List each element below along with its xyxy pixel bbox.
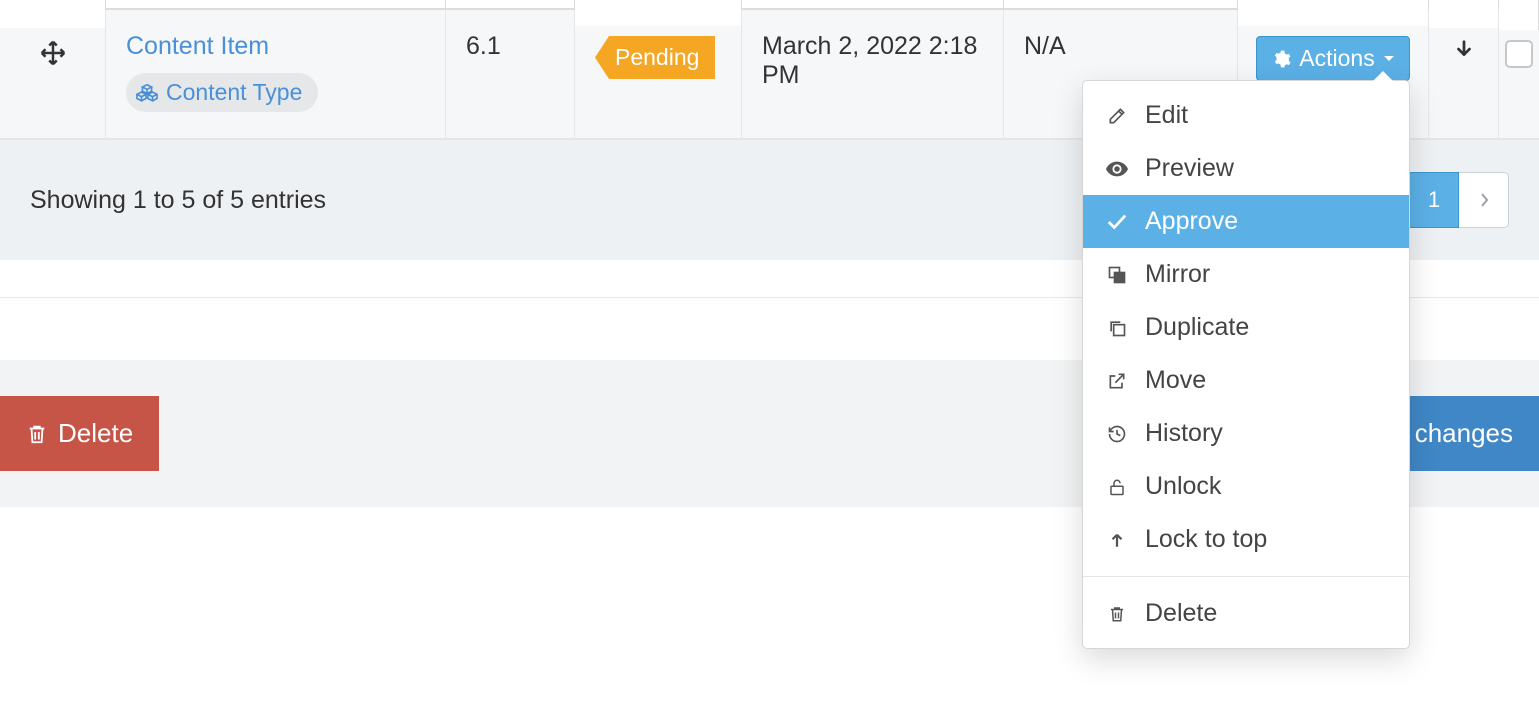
history-icon: [1105, 424, 1129, 444]
row-select-checkbox[interactable]: [1499, 10, 1539, 138]
menu-history[interactable]: History: [1083, 407, 1409, 460]
mirror-icon: [1105, 265, 1129, 285]
menu-move[interactable]: Move: [1083, 354, 1409, 407]
trash-icon: [26, 421, 48, 447]
pager-next[interactable]: [1459, 172, 1509, 228]
entries-info: Showing 1 to 5 of 5 entries: [30, 186, 326, 215]
menu-move-label: Move: [1145, 366, 1206, 395]
delete-button[interactable]: Delete: [0, 396, 159, 471]
version-value: 6.1: [466, 32, 554, 61]
menu-mirror-label: Mirror: [1145, 260, 1210, 289]
menu-edit-label: Edit: [1145, 101, 1188, 130]
cubes-icon: [136, 83, 158, 103]
menu-mirror[interactable]: Mirror: [1083, 248, 1409, 301]
unlock-icon: [1105, 476, 1129, 498]
menu-unlock-label: Unlock: [1145, 472, 1221, 501]
menu-preview-label: Preview: [1145, 154, 1234, 183]
content-type-label: Content Type: [166, 79, 302, 106]
arrow-down-icon: [1453, 38, 1475, 62]
menu-separator: [1083, 576, 1409, 577]
menu-history-label: History: [1145, 419, 1223, 448]
external-link-icon: [1105, 371, 1129, 391]
move-down-button[interactable]: [1429, 10, 1499, 138]
arrow-up-icon: [1105, 530, 1129, 550]
edit-icon: [1105, 106, 1129, 126]
menu-approve-label: Approve: [1145, 207, 1238, 236]
content-type-pill[interactable]: Content Type: [126, 73, 318, 112]
menu-duplicate-label: Duplicate: [1145, 313, 1249, 342]
trash-icon: [1105, 603, 1129, 625]
gear-icon: [1271, 49, 1291, 69]
actions-dropdown-menu: Edit Preview Approve Mirror Duplicate Mo…: [1082, 80, 1410, 649]
duplicate-icon: [1105, 318, 1129, 338]
pager-page-1[interactable]: 1: [1409, 172, 1459, 228]
delete-label: Delete: [58, 418, 133, 449]
na-value: N/A: [1024, 32, 1217, 61]
menu-lock-top-label: Lock to top: [1145, 525, 1267, 554]
menu-lock-to-top[interactable]: Lock to top: [1083, 513, 1409, 566]
drag-handle[interactable]: [0, 10, 106, 138]
caret-down-icon: [1383, 55, 1395, 63]
menu-delete-label: Delete: [1145, 599, 1217, 628]
menu-preview[interactable]: Preview: [1083, 142, 1409, 195]
menu-approve[interactable]: Approve: [1083, 195, 1409, 248]
status-badge: Pending: [595, 36, 715, 79]
check-icon: [1105, 213, 1129, 231]
eye-icon: [1105, 161, 1129, 177]
content-title-link[interactable]: Content Item: [126, 32, 425, 61]
menu-unlock[interactable]: Unlock: [1083, 460, 1409, 513]
table-header-sliver: [0, 0, 1539, 10]
checkbox-icon: [1505, 40, 1533, 68]
menu-delete[interactable]: Delete: [1083, 587, 1409, 640]
menu-edit[interactable]: Edit: [1083, 89, 1409, 142]
modified-date: March 2, 2022 2:18 PM: [762, 32, 983, 90]
move-icon: [38, 38, 68, 68]
menu-duplicate[interactable]: Duplicate: [1083, 301, 1409, 354]
save-label: changes: [1415, 418, 1513, 449]
actions-label: Actions: [1299, 45, 1374, 72]
